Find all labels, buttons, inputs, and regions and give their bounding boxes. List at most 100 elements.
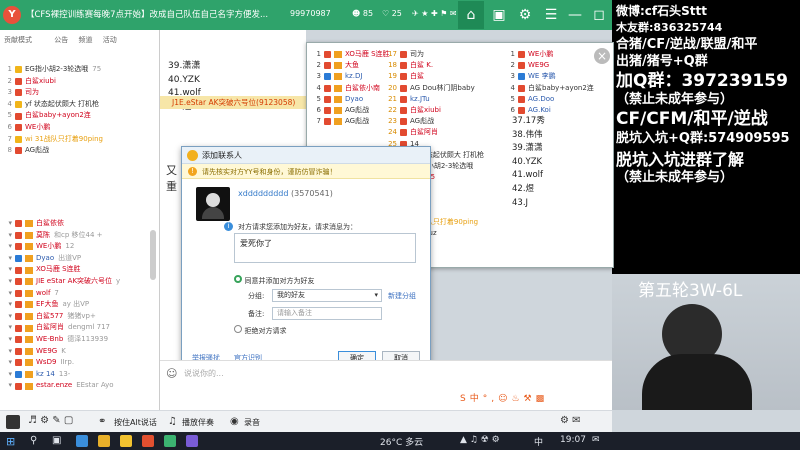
folder-icon[interactable] (98, 435, 110, 447)
stream-overlay: 微博:cf石头Sttt 木友群:836325744 合猪/CF/逆战/联盟/和平… (612, 0, 800, 274)
list-item[interactable]: ▾ WsD9 IIrp. (0, 357, 150, 369)
list-item[interactable]: ▾ wolf 7 (0, 288, 150, 300)
list-item[interactable]: 2 白鲨xiubi (0, 76, 158, 88)
home-icon[interactable]: ⌂ (458, 1, 484, 29)
remark-input[interactable]: 请输入备注 (272, 307, 382, 320)
list-item[interactable]: ▾ 白鲨阿肖 dengml 717 (0, 322, 150, 334)
tray-icons[interactable]: ▲ ♫ ☢ ⚙ (460, 435, 500, 445)
list-item[interactable]: 23 AG彪战 (387, 116, 509, 127)
list-item[interactable]: 7 wi 31战队只打着90ping (0, 134, 158, 146)
highlight-message: J1E.eStar AK突破六号位(9123058) (160, 96, 306, 109)
app-icon (6, 415, 20, 429)
chat-input[interactable]: 说说你的... (184, 368, 224, 379)
chat-taskbar-icon[interactable] (164, 435, 176, 447)
group-select[interactable]: 我的好友 ▾ (272, 289, 382, 302)
weather[interactable]: 26°C 多云 (380, 435, 423, 448)
start-icon[interactable]: ⊞ (6, 435, 15, 448)
panel-tabs: 贡献模式 公告 频道 活动 (4, 35, 154, 45)
ranking-column-3: 1 WE小鹏 2 WE9G 3 WE 李鹏 4 白鲨baby+ayon2连 5 AG.Do… (505, 49, 609, 116)
clock[interactable]: 19:07 (560, 435, 586, 445)
toolbar-icons[interactable]: ♬ ⚙ ✎ ▢ (28, 415, 73, 426)
close-icon[interactable]: × (594, 48, 610, 64)
list-item[interactable]: 7 AG彪战 (311, 116, 397, 127)
mic-icon[interactable]: ⚭ (98, 416, 106, 427)
option-agree[interactable]: 同意并添加对方为好友 (234, 275, 315, 286)
list-item[interactable]: ▾ WE小鹏 12 (0, 241, 150, 253)
list-item[interactable]: 1 EG指小胡2-3轮选哦 75 (0, 64, 158, 76)
list-item[interactable]: 3 kz.DJ (311, 71, 397, 82)
scrollbar[interactable] (150, 230, 156, 280)
list-item[interactable]: 20 AG Dou林门阴baby (387, 83, 509, 94)
record-icon[interactable]: ◉ (230, 416, 239, 427)
list-item[interactable]: 4 白鲨依小南 (311, 83, 397, 94)
app-taskbar-icon[interactable] (142, 435, 154, 447)
push-to-talk[interactable]: 按住Alt说话 (114, 417, 157, 428)
music-icon[interactable]: ♫ (168, 416, 177, 427)
list-item[interactable]: ▾ XO马鹿 S连胜 (0, 264, 150, 276)
new-group-link[interactable]: 新建分组 (388, 291, 416, 301)
pages-icon[interactable]: ▣ (486, 1, 512, 29)
ime-indicator[interactable]: 中 (534, 435, 543, 448)
tab-activity[interactable]: 活动 (103, 36, 117, 44)
menu-icon[interactable]: ☰ (538, 1, 564, 29)
list-item[interactable]: ▾ Dyao 出道VP (0, 253, 150, 265)
list-item[interactable]: ▾ JIE eStar AK突破六号位 y (0, 276, 150, 288)
group-label: 分组: (248, 292, 265, 300)
list-item[interactable]: 2 WE9G (505, 60, 609, 71)
list-item[interactable]: 5 Dyao (311, 94, 397, 105)
list-item[interactable]: 4 yf 状态起伏颇大 打机枪 (0, 99, 158, 111)
list-item[interactable]: ▾ 白鲨依依 (0, 218, 150, 230)
yy-taskbar-icon[interactable] (120, 435, 132, 447)
top-ranking-list: 1 EG指小胡2-3轮选哦 75 2 白鲨xiubi 3 司为 4 yf 状态起伏颇大 打… (0, 64, 158, 157)
warning-icon: ! (188, 167, 197, 176)
list-item[interactable]: 8 AG彪战 (0, 145, 158, 157)
yy-small-icon (187, 150, 198, 161)
stream-taskbar-icon[interactable] (186, 435, 198, 447)
chat-side-text: 又重 (166, 164, 177, 193)
list-item[interactable]: 3 WE 李鹏 (505, 71, 609, 82)
task-view-icon[interactable]: ▣ (52, 435, 61, 446)
list-item[interactable]: 4 白鲨baby+ayon2连 (505, 83, 609, 94)
list-item[interactable]: 2 大鱼 (311, 60, 397, 71)
gamepad-icon[interactable]: ⚙ (512, 1, 538, 29)
radio-agree[interactable] (234, 275, 242, 283)
ime-toolbar[interactable]: S中°,☺♨⚒▩ (460, 391, 580, 407)
radio-reject[interactable] (234, 325, 242, 333)
list-item[interactable]: ▾ EF大鱼 ay 出VP (0, 299, 150, 311)
list-item[interactable]: ▾ 白鲨577 猪猪vp+ (0, 311, 150, 323)
list-item[interactable]: 5 白鲨baby+ayon2连 (0, 110, 158, 122)
overlay-line: CF/CFM/和平/逆战 (616, 109, 768, 129)
top-bar: Y 【CFS裸控训练赛每晚7点开始】改成自己队伍自己名字方便发... 99970… (0, 0, 612, 30)
list-item[interactable]: 6 WE小鹏 (0, 122, 158, 134)
tab-channel[interactable]: 频道 (78, 36, 92, 44)
list-item[interactable]: ▾ kz 14 13- (0, 369, 150, 381)
list-item[interactable]: ▾ 莫陈 和cp 移位44 + (0, 230, 150, 242)
emoji-icon[interactable]: ☺ (166, 367, 177, 380)
list-item[interactable]: 17 司为 (387, 49, 509, 60)
list-item[interactable]: ▾ estar.enze EEstar Ayo (0, 380, 150, 392)
search-icon[interactable]: ⚲ (30, 435, 37, 446)
list-item[interactable]: 1 XO马鹿 S连胜 (311, 49, 397, 60)
minimize-icon[interactable]: — (562, 1, 588, 29)
maximize-icon[interactable]: ◻ (586, 1, 612, 29)
list-item[interactable]: 21 kz.JTu (387, 94, 509, 105)
tab-contribution[interactable]: 贡献模式 (4, 36, 32, 44)
list-item[interactable]: ▾ WE9G K (0, 346, 150, 358)
list-item[interactable]: 18 白鲨 K. (387, 60, 509, 71)
notification-icon[interactable]: ✉ (592, 435, 600, 445)
list-item[interactable]: 3 司为 (0, 87, 158, 99)
list-item[interactable]: 6 AG彪战 (311, 105, 397, 116)
settings-icon[interactable]: ⚙ ✉ (560, 415, 581, 426)
list-item[interactable]: 22 白鲨xiubi (387, 105, 509, 116)
tab-notice[interactable]: 公告 (54, 36, 68, 44)
edge-icon[interactable] (76, 435, 88, 447)
list-item[interactable]: ▾ WE-Bnb 德泽113939 (0, 334, 150, 346)
request-prompt: 对方请求您添加为好友，请求消息为： (238, 223, 357, 231)
record-button[interactable]: 录音 (244, 417, 260, 428)
list-item[interactable]: 19 白鲨 (387, 71, 509, 82)
overlay-line: 微博:cf石头Sttt (616, 4, 707, 18)
list-item[interactable]: 5 AG.Doo (505, 94, 609, 105)
play-accompaniment[interactable]: 播放伴奏 (182, 417, 214, 428)
option-reject[interactable]: 拒绝对方请求 (234, 325, 287, 336)
list-item[interactable]: 24 白鲨阿肖 (387, 127, 509, 138)
